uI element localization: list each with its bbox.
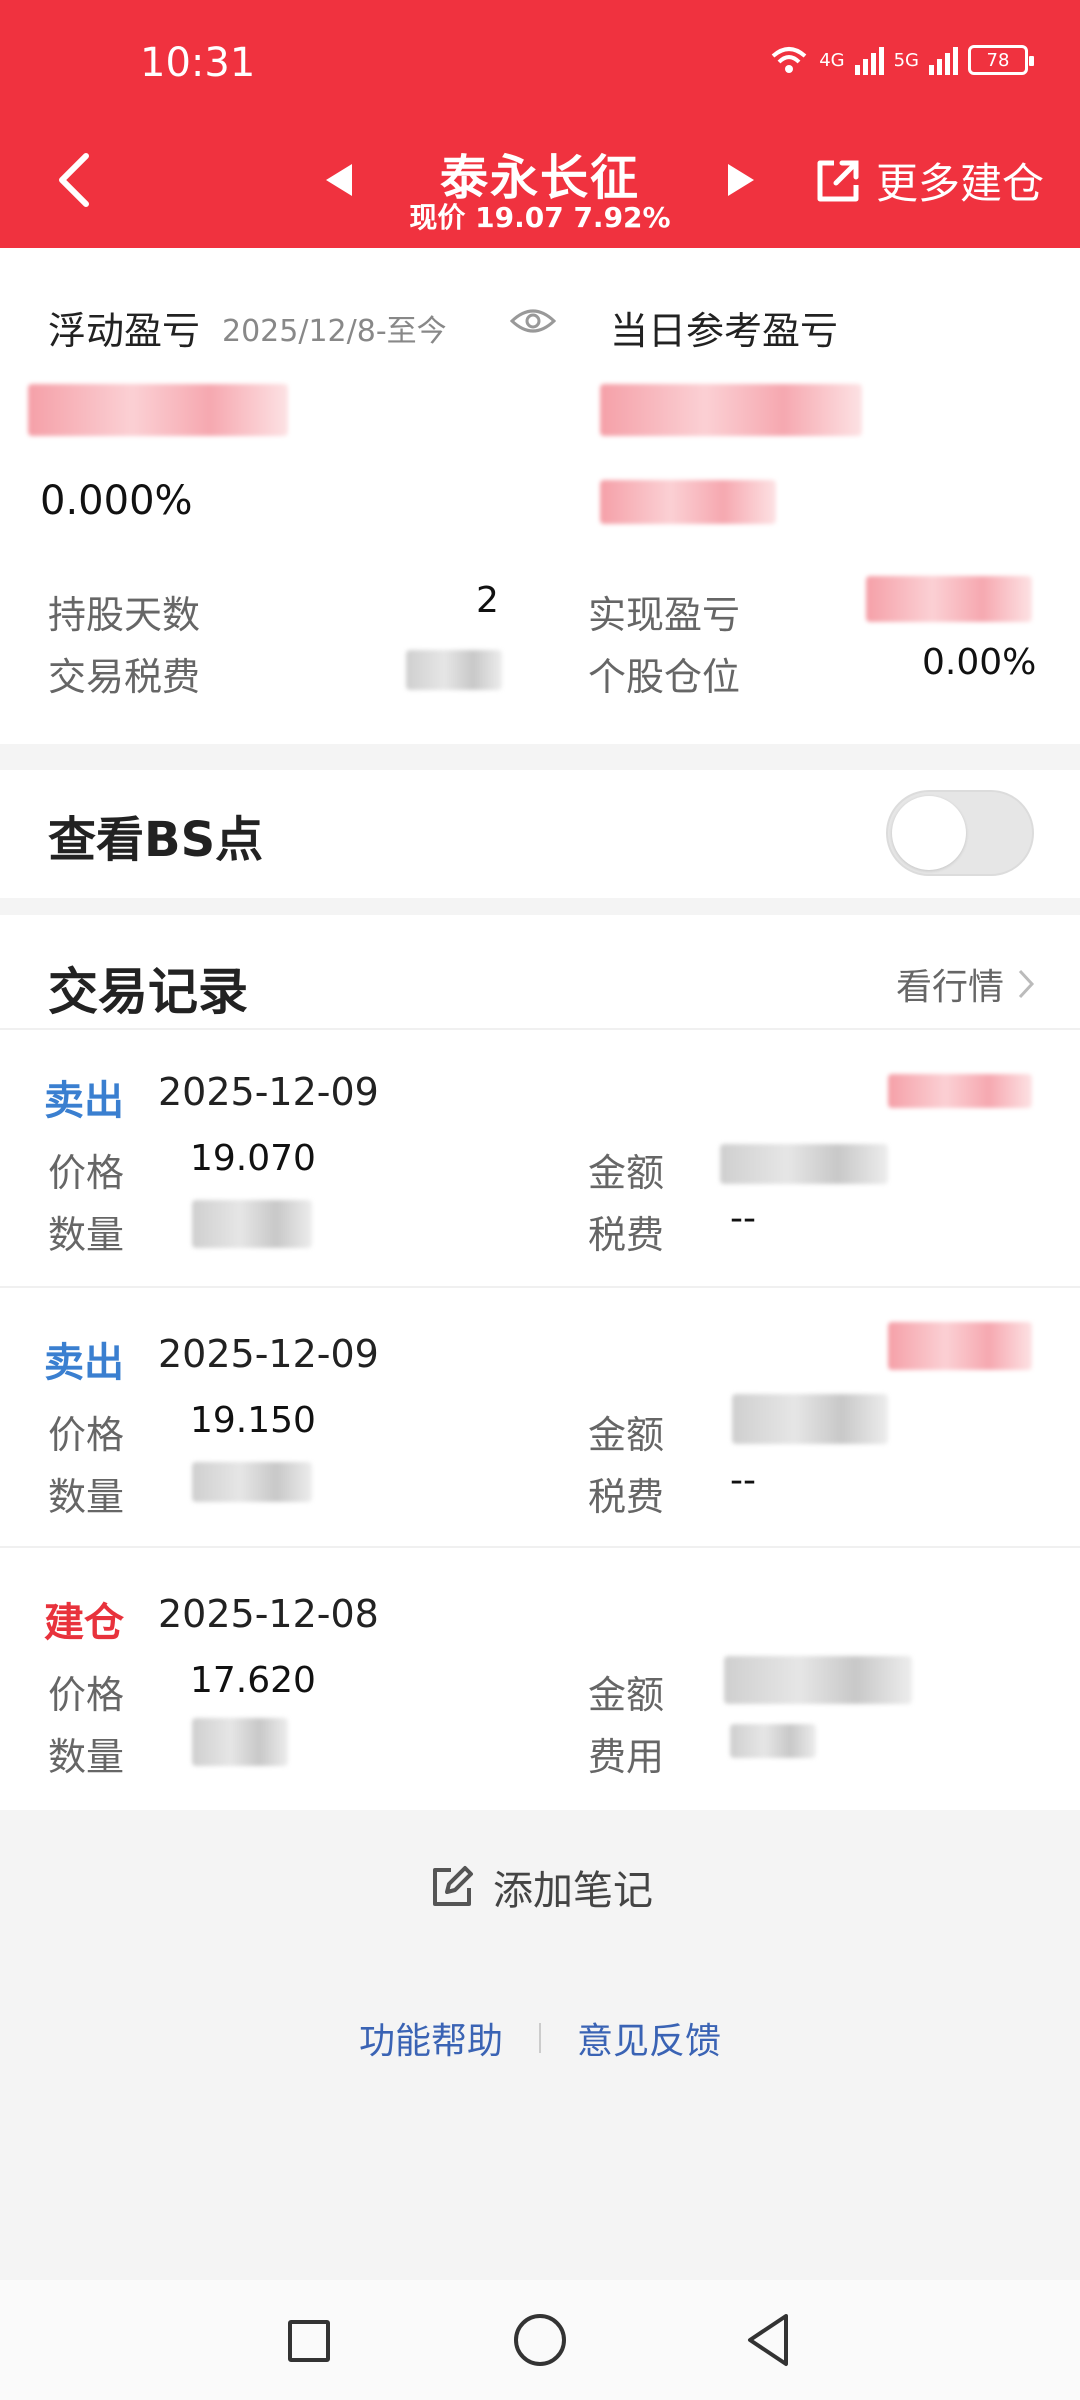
app-header: 10:31 4G 5G 78 泰永长征 现价 19.07 7.92% 更多建仓 <box>0 0 1080 248</box>
trade-date: 2025-12-09 <box>158 1332 379 1376</box>
trade-pl-redacted <box>888 1322 1032 1370</box>
fee-label: 费用 <box>588 1735 665 1779</box>
edit-note-icon <box>433 1866 473 1906</box>
trade-tax: -- <box>730 1460 756 1501</box>
trade-fee-redacted <box>730 1724 816 1758</box>
help-link[interactable]: 功能帮助 <box>359 2012 503 2064</box>
trade-amount-redacted <box>732 1394 888 1444</box>
floating-pl-value-redacted <box>28 384 288 436</box>
trade-amount-redacted <box>720 1144 888 1184</box>
eye-icon[interactable] <box>510 306 556 336</box>
trade-price: 19.150 <box>190 1400 316 1441</box>
network-5g-label: 5G <box>893 49 919 71</box>
floating-pl-percent: 0.000% <box>40 478 193 524</box>
recent-apps-icon[interactable] <box>288 2320 330 2362</box>
battery-icon: 78 <box>968 45 1034 75</box>
external-link-icon <box>817 160 859 201</box>
bs-points-title: 查看BS点 <box>48 812 264 868</box>
page: 10:31 4G 5G 78 泰永长征 现价 19.07 7.92% 更多建仓 … <box>0 0 1080 2400</box>
daily-pl-value-redacted <box>600 384 862 436</box>
daily-pl-percent-redacted <box>600 480 776 524</box>
trade-price: 17.620 <box>190 1660 316 1701</box>
quantity-label: 数量 <box>48 1735 125 1779</box>
status-icons: 4G 5G 78 <box>769 44 1034 76</box>
holding-days-label: 持股天数 <box>48 593 201 637</box>
quantity-label: 数量 <box>48 1475 125 1519</box>
trade-tax: -- <box>730 1198 756 1239</box>
more-positions-label: 更多建仓 <box>875 159 1044 208</box>
signal-icon <box>854 45 884 75</box>
trade-tax-label: 交易税费 <box>48 655 201 699</box>
next-stock-icon[interactable] <box>724 160 758 200</box>
trade-type: 建仓 <box>44 1600 124 1646</box>
price-label: 价格 <box>48 1413 125 1457</box>
network-4g-label: 4G <box>819 49 845 71</box>
feedback-link[interactable]: 意见反馈 <box>577 2012 721 2064</box>
view-market-link[interactable]: 看行情 <box>896 958 1036 1010</box>
price-label: 价格 <box>48 1673 125 1717</box>
home-icon[interactable] <box>514 2314 566 2366</box>
divider <box>0 1028 1080 1030</box>
tax-label: 税费 <box>588 1475 665 1519</box>
divider <box>539 2023 541 2053</box>
add-note-label: 添加笔记 <box>493 1868 653 1914</box>
floating-pl-title: 浮动盈亏 <box>48 309 201 353</box>
status-time: 10:31 <box>140 40 256 86</box>
toggle-knob <box>892 796 966 870</box>
price-label: 价格 <box>48 1151 125 1195</box>
view-market-label: 看行情 <box>895 967 1004 1008</box>
more-positions-button[interactable]: 更多建仓 <box>812 150 1044 211</box>
signal-icon <box>929 45 958 75</box>
add-note-button[interactable]: 添加笔记 <box>0 1858 1080 1916</box>
trade-tax-value-redacted <box>406 650 502 690</box>
trade-type: 卖出 <box>44 1078 124 1124</box>
footer-links: 功能帮助 意见反馈 <box>0 2012 1080 2064</box>
divider <box>0 1546 1080 1548</box>
position-ratio-label: 个股仓位 <box>588 655 741 699</box>
chevron-right-icon <box>1018 969 1035 999</box>
position-ratio-value: 0.00% <box>922 642 1037 683</box>
floating-pl-date-range: 2025/12/8-至今 <box>222 314 447 349</box>
back-nav-icon[interactable] <box>744 2312 792 2368</box>
wifi-icon <box>771 47 807 73</box>
realized-pl-value-redacted <box>866 576 1032 622</box>
realized-pl-label: 实现盈亏 <box>588 593 741 637</box>
amount-label: 金额 <box>588 1673 665 1717</box>
trade-price: 19.070 <box>190 1138 316 1179</box>
trade-date: 2025-12-09 <box>158 1070 379 1114</box>
quantity-label: 数量 <box>48 1213 125 1257</box>
bs-points-toggle[interactable] <box>886 790 1034 876</box>
battery-level: 78 <box>986 49 1010 71</box>
trade-quantity-redacted <box>192 1462 312 1502</box>
trade-quantity-redacted <box>192 1718 288 1766</box>
trade-pl-redacted <box>888 1074 1032 1108</box>
amount-label: 金额 <box>588 1413 665 1457</box>
trade-date: 2025-12-08 <box>158 1592 379 1636</box>
holding-days-value: 2 <box>476 580 499 621</box>
tax-label: 税费 <box>588 1213 665 1257</box>
amount-label: 金额 <box>588 1151 665 1195</box>
trade-quantity-redacted <box>192 1200 312 1248</box>
trade-amount-redacted <box>724 1656 912 1704</box>
trade-type: 卖出 <box>44 1340 124 1386</box>
trade-records-title: 交易记录 <box>48 963 248 1021</box>
daily-pl-title: 当日参考盈亏 <box>610 309 839 353</box>
divider <box>0 1286 1080 1288</box>
